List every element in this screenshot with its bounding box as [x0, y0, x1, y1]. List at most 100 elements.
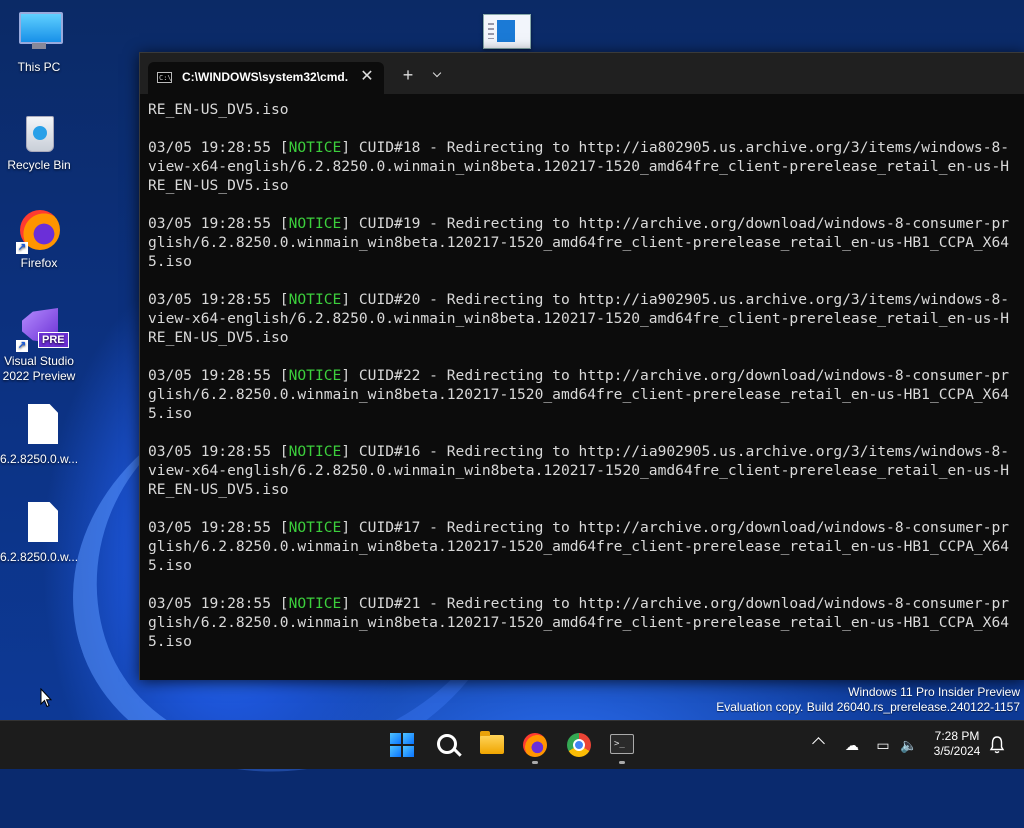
log-prefix: 03/05 19:28:55 [ [148, 595, 289, 612]
console-line: glish/6.2.8250.0.winmain_win8beta.120217… [148, 614, 1010, 631]
taskbar-clock[interactable]: 7:28 PM 3/5/2024 [928, 729, 986, 759]
firefox-taskbar-icon[interactable] [523, 733, 547, 757]
notice-tag: NOTICE [288, 139, 342, 156]
console-line: RE_EN-US_DV5.iso [148, 177, 289, 194]
volume-muted-icon[interactable]: 🔈 [899, 735, 919, 755]
console-line: 03/05 19:28:55 [NOTICE] CUID#18 - Redire… [148, 138, 1024, 157]
log-message: ] CUID#16 - Redirecting to http://ia9029… [341, 443, 1010, 460]
cmd-icon: C:\ [157, 72, 172, 83]
tab-title: C:\WINDOWS\system32\cmd. [182, 70, 349, 84]
file-explorer-icon[interactable] [480, 731, 504, 754]
desktop-icon-recycle-bin[interactable]: Recycle Bin [0, 108, 78, 173]
desktop-icon-file-1[interactable]: 6.2.8250.0.w... [0, 402, 78, 467]
watermark-build: Evaluation copy. Build 26040.rs_prerelea… [716, 700, 1020, 714]
log-message: ] CUID#22 - Redirecting to http://archiv… [341, 367, 1010, 384]
log-message: ] CUID#19 - Redirecting to http://archiv… [341, 215, 1010, 232]
notice-tag: NOTICE [288, 595, 342, 612]
tab-cmd[interactable]: C:\ C:\WINDOWS\system32\cmd. ✕ [148, 62, 384, 94]
notice-tag: NOTICE [288, 215, 342, 232]
recycle-bin-icon [16, 108, 62, 154]
cloud-offline-icon[interactable]: ☁ [842, 735, 862, 755]
file-icon [16, 402, 62, 448]
console-line: 5.iso [148, 633, 192, 650]
running-indicator [619, 761, 625, 764]
running-indicator [532, 761, 538, 764]
new-tab-button[interactable]: + [398, 65, 418, 85]
console-line: view-x64-english/6.2.8250.0.winmain_win8… [148, 462, 1010, 479]
notice-tag: NOTICE [288, 519, 342, 536]
console-line: RE_EN-US_DV5.iso [148, 101, 289, 118]
file-icon [16, 500, 62, 546]
log-prefix: 03/05 19:28:55 [ [148, 519, 289, 536]
desktop-icon-label: 6.2.8250.0.w... [0, 452, 79, 466]
visual-studio-icon: PRE ↗ [16, 304, 69, 352]
log-prefix: 03/05 19:28:55 [ [148, 215, 289, 232]
log-prefix: 03/05 19:28:55 [ [148, 291, 289, 308]
desktop-icon-label: 6.2.8250.0.w... [0, 550, 79, 564]
terminal-window[interactable]: C:\ C:\WINDOWS\system32\cmd. ✕ + RE_EN-U… [139, 52, 1024, 680]
console-line: RE_EN-US_DV5.iso [148, 329, 289, 346]
shortcut-arrow-icon: ↗ [16, 242, 28, 254]
console-line: RE_EN-US_DV5.iso [148, 481, 289, 498]
console-line: view-x64-english/6.2.8250.0.winmain_win8… [148, 158, 1010, 175]
log-message: ] CUID#20 - Redirecting to http://ia9029… [341, 291, 1010, 308]
log-message: ] CUID#18 - Redirecting to http://ia8029… [341, 139, 1010, 156]
desktop-icon-file-2[interactable]: 6.2.8250.0.w... [0, 500, 78, 565]
log-message: ] CUID#17 - Redirecting to http://archiv… [341, 519, 1010, 536]
computer-icon [16, 10, 63, 56]
clock-time: 7:28 PM [934, 729, 980, 743]
console-line: 5.iso [148, 557, 192, 574]
log-prefix: 03/05 19:28:55 [ [148, 139, 289, 156]
desktop-icon-label: Visual Studio 2022 Preview [2, 354, 76, 383]
console-output[interactable]: RE_EN-US_DV5.iso 03/05 19:28:55 [NOTICE] … [140, 94, 1024, 680]
console-line: 03/05 19:28:55 [NOTICE] CUID#22 - Redire… [148, 366, 1024, 385]
console-line: glish/6.2.8250.0.winmain_win8beta.120217… [148, 538, 1010, 555]
preview-badge: PRE [38, 332, 69, 348]
console-line: 03/05 19:28:55 [NOTICE] CUID#16 - Redire… [148, 442, 1024, 461]
chevron-up-icon[interactable] [812, 737, 825, 750]
start-button[interactable] [390, 733, 414, 757]
desktop-icon-label: Firefox [20, 256, 58, 270]
evaluation-watermark: Windows 11 Pro Insider Preview Evaluatio… [716, 685, 1020, 715]
console-line: 5.iso [148, 405, 192, 422]
notice-tag: NOTICE [288, 443, 342, 460]
terminal-titlebar[interactable]: C:\ C:\WINDOWS\system32\cmd. ✕ + [140, 53, 1024, 94]
desktop-icon-firefox[interactable]: ↗ Firefox [0, 206, 78, 271]
console-line: glish/6.2.8250.0.winmain_win8beta.120217… [148, 386, 1010, 403]
close-tab-icon[interactable]: ✕ [358, 67, 376, 87]
document-icon [497, 20, 515, 42]
window-thumbnail-widget[interactable] [483, 14, 531, 49]
console-line: 03/05 19:28:55 [NOTICE] CUID#20 - Redire… [148, 290, 1024, 309]
watermark-edition: Windows 11 Pro Insider Preview [848, 685, 1020, 699]
log-prefix: 03/05 19:28:55 [ [148, 443, 289, 460]
terminal-taskbar-icon[interactable]: >_ [610, 734, 634, 754]
chrome-taskbar-icon[interactable] [567, 733, 591, 757]
console-line: glish/6.2.8250.0.winmain_win8beta.120217… [148, 234, 1010, 251]
desktop-icon-label: This PC [17, 60, 61, 74]
network-icon[interactable]: ▭ [873, 735, 893, 755]
search-icon[interactable] [437, 734, 457, 754]
console-line: 03/05 19:28:55 [NOTICE] CUID#17 - Redire… [148, 518, 1024, 537]
console-line: 03/05 19:28:55 [NOTICE] CUID#19 - Redire… [148, 214, 1024, 233]
clock-date: 3/5/2024 [933, 744, 981, 758]
shortcut-arrow-icon: ↗ [16, 340, 28, 352]
console-line: 03/05 19:28:55 [NOTICE] CUID#21 - Redire… [148, 594, 1024, 613]
desktop-icon-visual-studio[interactable]: PRE ↗ Visual Studio 2022 Preview [0, 304, 78, 384]
console-line: view-x64-english/6.2.8250.0.winmain_win8… [148, 310, 1010, 327]
mouse-pointer-icon [40, 688, 52, 708]
log-prefix: 03/05 19:28:55 [ [148, 367, 289, 384]
notice-tag: NOTICE [288, 291, 342, 308]
log-message: ] CUID#21 - Redirecting to http://archiv… [341, 595, 1010, 612]
console-line: 5.iso [148, 253, 192, 270]
notification-bell-icon[interactable] [989, 735, 1005, 755]
notice-tag: NOTICE [288, 367, 342, 384]
chevron-down-icon[interactable] [430, 65, 446, 85]
desktop-icon-this-pc[interactable]: This PC [0, 10, 78, 75]
desktop-icon-label: Recycle Bin [7, 158, 71, 172]
